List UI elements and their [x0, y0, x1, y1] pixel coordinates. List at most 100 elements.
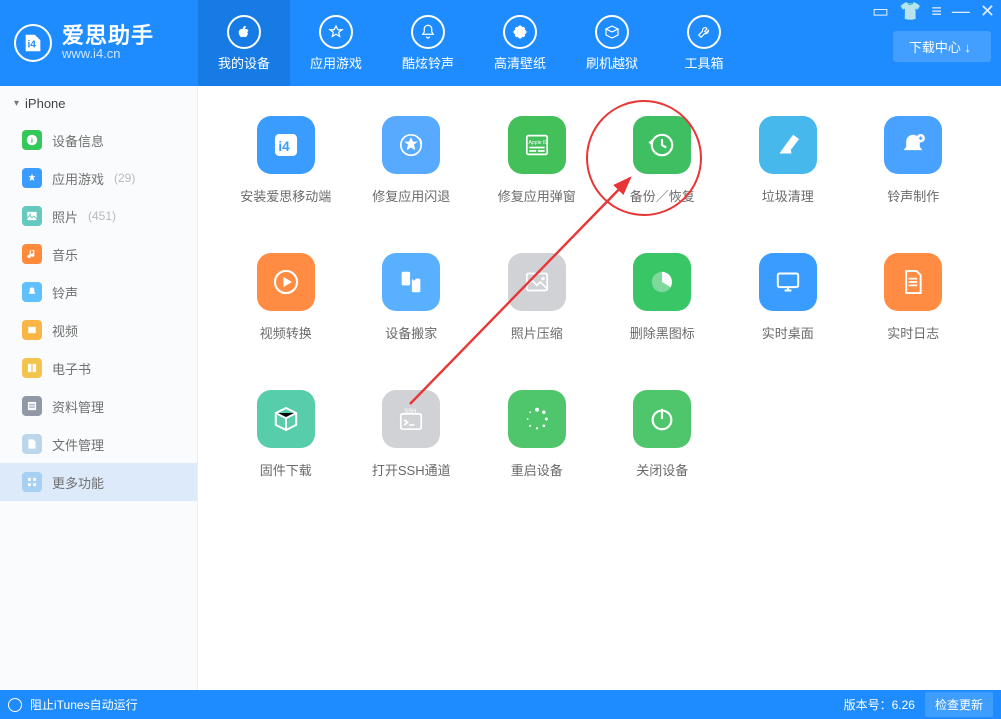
svg-text:i4: i4	[278, 139, 290, 154]
download-center-button[interactable]: 下载中心	[893, 31, 991, 62]
sidebar-item-apps[interactable]: 应用游戏 (29)	[0, 159, 197, 197]
tab-toolbox[interactable]: 工具箱	[658, 0, 750, 86]
brand: i4 爱思助手 www.i4.cn	[0, 0, 198, 86]
music-icon	[22, 244, 42, 264]
sidebar-item-photos[interactable]: 照片 (451)	[0, 197, 197, 235]
minimize-icon[interactable]: —	[952, 2, 970, 20]
tool-delete-black-icons[interactable]: 删除黑图标	[605, 253, 721, 342]
transfer-icon	[382, 253, 440, 311]
film-icon	[22, 320, 42, 340]
terminal-ssh-icon: SSH	[382, 390, 440, 448]
sidebar-device-label: iPhone	[25, 96, 65, 111]
sidebar-item-label: 资料管理	[52, 397, 104, 416]
appstore-icon	[22, 168, 42, 188]
tool-photo-compress[interactable]: 照片压缩	[479, 253, 595, 342]
sidebar-item-label: 更多功能	[52, 473, 104, 492]
sidebar-item-label: 设备信息	[52, 131, 104, 150]
header-tabs: 我的设备 应用游戏 酷炫铃声 高清壁纸 刷机越狱	[198, 0, 750, 86]
tool-install-i4[interactable]: i4 安装爱思移动端	[228, 116, 344, 205]
tool-clean-junk[interactable]: 垃圾清理	[730, 116, 846, 205]
document-lines-icon	[884, 253, 942, 311]
sidebar-device-header[interactable]: ▾ iPhone	[0, 86, 197, 121]
monitor-icon	[759, 253, 817, 311]
image-compress-icon	[508, 253, 566, 311]
sidebar-item-ringtones[interactable]: 铃声	[0, 273, 197, 311]
tab-label: 应用游戏	[310, 53, 362, 72]
tab-apps[interactable]: 应用游戏	[290, 0, 382, 86]
loading-dots-icon	[508, 390, 566, 448]
tool-label: 设备搬家	[385, 323, 437, 342]
tool-video-convert[interactable]: 视频转换	[228, 253, 344, 342]
tab-flash[interactable]: 刷机越狱	[566, 0, 658, 86]
list-icon	[22, 396, 42, 416]
sidebar-item-label: 铃声	[52, 283, 78, 302]
tool-label: 固件下载	[260, 460, 312, 479]
sidebar-item-data-mgmt[interactable]: 资料管理	[0, 387, 197, 425]
tool-label: 打开SSH通道	[372, 460, 451, 479]
grid-icon	[22, 472, 42, 492]
box-icon	[595, 15, 629, 49]
tool-live-desktop[interactable]: 实时桌面	[730, 253, 846, 342]
tool-fix-popup[interactable]: Apple ID 修复应用弹窗	[479, 116, 595, 205]
sidebar-item-video[interactable]: 视频	[0, 311, 197, 349]
skin-icon[interactable]: 👕	[899, 2, 921, 20]
tool-firmware-download[interactable]: 固件下载	[228, 390, 344, 479]
tab-label: 我的设备	[218, 53, 270, 72]
window-controls: ▭ 👕 ≡ — ✕	[872, 2, 995, 20]
flower-icon	[503, 15, 537, 49]
close-icon[interactable]: ✕	[980, 2, 995, 20]
tool-label: 重启设备	[511, 460, 563, 479]
tool-device-migrate[interactable]: 设备搬家	[354, 253, 470, 342]
pie-erase-icon	[633, 253, 691, 311]
tab-my-device[interactable]: 我的设备	[198, 0, 290, 86]
chevron-down-icon: ▾	[14, 98, 19, 109]
sidebar-item-music[interactable]: 音乐	[0, 235, 197, 273]
sidebar-item-label: 文件管理	[52, 435, 104, 454]
check-update-button[interactable]: 检查更新	[925, 692, 993, 717]
broom-icon	[759, 116, 817, 174]
tool-label: 备份／恢复	[630, 186, 695, 205]
tab-ringtones[interactable]: 酷炫铃声	[382, 0, 474, 86]
tool-label: 视频转换	[260, 323, 312, 342]
brand-title: 爱思助手	[62, 24, 154, 47]
sidebar-item-label: 电子书	[52, 359, 91, 378]
sidebar-item-label: 音乐	[52, 245, 78, 264]
menu-icon[interactable]: ≡	[931, 2, 942, 20]
tool-make-ringtone[interactable]: 铃声制作	[856, 116, 972, 205]
tool-label: 照片压缩	[511, 323, 563, 342]
tool-label: 关闭设备	[636, 460, 688, 479]
brand-site: www.i4.cn	[62, 47, 154, 61]
brand-logo-icon: i4	[14, 24, 52, 62]
tool-restart-device[interactable]: 重启设备	[479, 390, 595, 479]
power-icon	[633, 390, 691, 448]
tool-open-ssh[interactable]: SSH 打开SSH通道	[354, 390, 470, 479]
sidebar-item-count: (29)	[114, 171, 135, 185]
svg-text:Apple ID: Apple ID	[528, 140, 548, 146]
sidebar-item-file-mgmt[interactable]: 文件管理	[0, 425, 197, 463]
sidebar-item-more-tools[interactable]: 更多功能	[0, 463, 197, 501]
svg-text:i4: i4	[28, 40, 37, 51]
tool-live-log[interactable]: 实时日志	[856, 253, 972, 342]
version-label: 版本号：6.26	[844, 696, 915, 713]
appstore-refresh-icon	[382, 116, 440, 174]
cube-icon	[257, 390, 315, 448]
tab-label: 高清壁纸	[494, 53, 546, 72]
tool-fix-crash[interactable]: 修复应用闪退	[354, 116, 470, 205]
book-icon	[22, 358, 42, 378]
sidebar-item-ebooks[interactable]: 电子书	[0, 349, 197, 387]
status-circle-icon[interactable]	[8, 698, 22, 712]
tab-wallpapers[interactable]: 高清壁纸	[474, 0, 566, 86]
sidebar-item-label: 视频	[52, 321, 78, 340]
bell-icon	[22, 282, 42, 302]
appstore-icon	[319, 15, 353, 49]
sidebar-item-label: 应用游戏	[52, 169, 104, 188]
feedback-icon[interactable]: ▭	[872, 2, 889, 20]
appleid-popup-icon: Apple ID	[508, 116, 566, 174]
tool-backup-restore[interactable]: 备份／恢复	[605, 116, 721, 205]
info-icon: i	[22, 130, 42, 150]
sidebar-item-device-info[interactable]: i 设备信息	[0, 121, 197, 159]
tool-label: 安装爱思移动端	[240, 186, 331, 205]
tool-shutdown-device[interactable]: 关闭设备	[605, 390, 721, 479]
time-machine-icon	[633, 116, 691, 174]
status-left-text[interactable]: 阻止iTunes自动运行	[30, 696, 138, 713]
